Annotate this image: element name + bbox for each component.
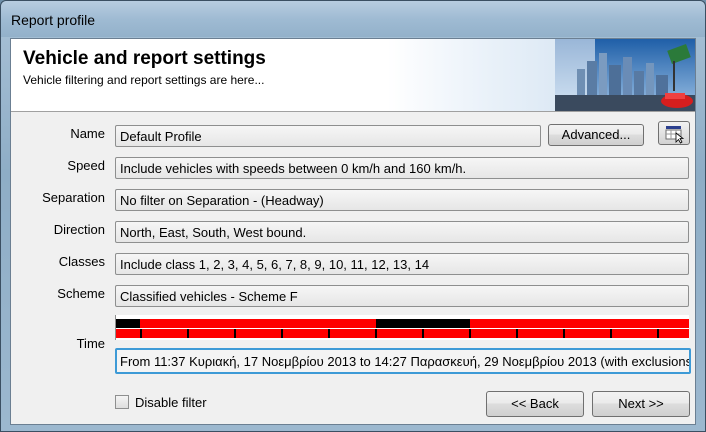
- classes-label: Classes: [58, 254, 105, 269]
- time-range-field[interactable]: From 11:37 Κυριακή, 17 Νοεμβρίου 2013 to…: [115, 348, 691, 374]
- timeline-day-divider: [140, 329, 142, 338]
- page-subtitle: Vehicle filtering and report settings ar…: [23, 73, 265, 87]
- disable-filter-checkbox[interactable]: [115, 395, 129, 409]
- table-settings-icon: [665, 126, 685, 144]
- window-title: Report profile: [11, 12, 96, 28]
- advanced-button[interactable]: Advanced...: [548, 124, 644, 146]
- timeline-day-divider: [187, 329, 189, 338]
- timeline-day-divider: [657, 329, 659, 338]
- timeline-day-divider: [281, 329, 283, 338]
- report-profile-window: Report profile Vehicle and report settin…: [0, 0, 706, 432]
- timeline-day-divider: [469, 329, 471, 338]
- name-label: Name: [70, 126, 105, 141]
- title-bar[interactable]: Report profile: [1, 1, 705, 37]
- timeline-day-divider: [516, 329, 518, 338]
- classes-field[interactable]: Include class 1, 2, 3, 4, 5, 6, 7, 8, 9,…: [115, 253, 689, 275]
- back-button[interactable]: << Back: [486, 391, 584, 417]
- timeline-lane-separator: [116, 328, 689, 329]
- city-traffic-image: [555, 39, 695, 111]
- table-settings-button[interactable]: [658, 121, 690, 145]
- next-button[interactable]: Next >>: [592, 391, 690, 417]
- timeline-excluded-segment: [116, 319, 140, 328]
- time-range-bar[interactable]: [115, 315, 689, 340]
- header-banner: Vehicle and report settings Vehicle filt…: [11, 39, 695, 112]
- timeline-day-divider: [375, 329, 377, 338]
- name-field[interactable]: Default Profile: [115, 125, 541, 147]
- speed-field[interactable]: Include vehicles with speeds between 0 k…: [115, 157, 689, 179]
- timeline-excluded-segment: [376, 319, 423, 328]
- scheme-field[interactable]: Classified vehicles - Scheme F: [115, 285, 689, 307]
- separation-field[interactable]: No filter on Separation - (Headway): [115, 189, 689, 211]
- timeline-day-divider: [422, 329, 424, 338]
- disable-filter-label[interactable]: Disable filter: [135, 395, 207, 410]
- separation-label: Separation: [42, 190, 105, 205]
- timeline-day-divider: [610, 329, 612, 338]
- page-title: Vehicle and report settings: [23, 48, 266, 69]
- dialog-client-area: Vehicle and report settings Vehicle filt…: [10, 38, 696, 425]
- timeline-day-divider: [234, 329, 236, 338]
- direction-label: Direction: [53, 222, 105, 237]
- direction-field[interactable]: North, East, South, West bound.: [115, 221, 689, 243]
- timeline-day-divider: [328, 329, 330, 338]
- scheme-label: Scheme: [57, 286, 105, 301]
- timeline-excluded-segment: [423, 319, 470, 328]
- time-range-graphic: [116, 319, 689, 338]
- timeline-bottom-lane: [116, 329, 689, 338]
- timeline-day-divider: [563, 329, 565, 338]
- time-label: Time: [76, 336, 105, 351]
- speed-label: Speed: [67, 158, 105, 173]
